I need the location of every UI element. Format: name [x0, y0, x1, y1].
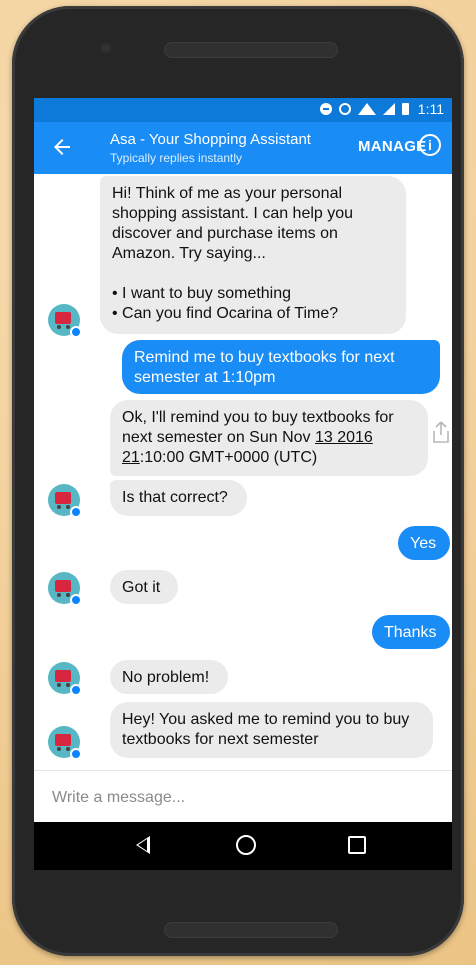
messenger-badge-icon	[70, 684, 82, 696]
message-input[interactable]	[50, 785, 434, 811]
message-line: discover and purchase items on	[112, 225, 338, 242]
bot-message: Hi! Think of me as your personal shoppin…	[100, 176, 406, 334]
message-line: Hi! Think of me as your personal	[112, 185, 343, 202]
battery-icon	[401, 103, 409, 115]
back-arrow-icon[interactable]	[50, 135, 74, 159]
conversation-subtitle: Typically replies instantly	[110, 151, 243, 165]
bot-avatar[interactable]	[48, 304, 82, 338]
bot-message: Hey! You asked me to remind you to buy t…	[110, 702, 433, 758]
message-line	[112, 264, 394, 284]
alarm-icon	[338, 103, 351, 115]
message-line: Amazon. Try saying...	[112, 245, 266, 262]
user-message: Remind me to buy textbooks for next seme…	[122, 340, 440, 394]
conversation-header[interactable]: Asa - Your Shopping Assistant Typically …	[110, 131, 311, 165]
cart-icon	[55, 670, 71, 682]
message-line: • Can you find Ocarina of Time?	[112, 305, 339, 322]
cart-icon	[55, 492, 71, 504]
message-line: textbooks for next semester	[122, 731, 319, 748]
screen: 1:11 Asa - Your Shopping Assistant Typic…	[34, 98, 452, 870]
time-link[interactable]: 21	[122, 449, 140, 466]
date-link[interactable]: 13 2016	[315, 429, 373, 446]
bot-avatar[interactable]	[48, 726, 82, 760]
status-time: 1:11	[417, 101, 444, 117]
message-line: shopping assistant. I can help you	[112, 205, 354, 222]
nav-back-icon[interactable]	[136, 836, 150, 854]
status-icons: 1:11	[319, 101, 444, 117]
message-line: next semester on Sun Nov 13 2016	[122, 429, 373, 446]
manage-button[interactable]: MANAGE	[358, 138, 426, 155]
cart-icon	[55, 580, 71, 592]
bottom-speaker	[164, 922, 338, 938]
message-line: Ok, I'll remind you to buy textbooks for	[122, 409, 394, 426]
user-message: Thanks	[372, 615, 450, 649]
message-line: Hey! You asked me to remind you to buy	[122, 711, 410, 728]
message-line: 21:10:00 GMT+0000 (UTC)	[122, 449, 318, 466]
bot-message: Is that correct?	[110, 480, 247, 516]
message-composer	[34, 770, 452, 823]
phone-frame: 1:11 Asa - Your Shopping Assistant Typic…	[12, 6, 464, 956]
messenger-badge-icon	[70, 506, 82, 518]
message-line: • I want to buy something	[112, 285, 292, 302]
bot-avatar[interactable]	[48, 484, 82, 518]
system-nav-bar	[34, 822, 452, 870]
messenger-badge-icon	[70, 594, 82, 606]
bot-message: Ok, I'll remind you to buy textbooks for…	[110, 400, 428, 476]
nav-recents-icon[interactable]	[348, 836, 366, 854]
bot-avatar[interactable]	[48, 572, 82, 606]
cart-icon	[55, 312, 71, 324]
nav-home-icon[interactable]	[236, 835, 256, 855]
bot-message: No problem!	[110, 660, 228, 694]
messenger-badge-icon	[70, 748, 82, 760]
bot-avatar[interactable]	[48, 662, 82, 696]
share-icon[interactable]	[430, 420, 452, 444]
bot-message: Got it	[110, 570, 178, 604]
cart-icon	[55, 734, 71, 746]
status-bar: 1:11	[34, 98, 452, 122]
conversation-title: Asa - Your Shopping Assistant	[110, 131, 311, 148]
info-icon[interactable]: i	[419, 134, 441, 156]
messenger-badge-icon	[70, 326, 82, 338]
message-line: semester at 1:10pm	[134, 369, 276, 386]
message-list[interactable]: Hi! Think of me as your personal shoppin…	[34, 174, 452, 770]
user-message: Yes	[398, 526, 450, 560]
wifi-icon	[357, 103, 376, 115]
camera-icon	[100, 42, 112, 54]
earpiece-speaker	[164, 42, 338, 58]
signal-icon	[382, 103, 395, 115]
app-bar: Asa - Your Shopping Assistant Typically …	[34, 122, 452, 174]
do-not-disturb-icon	[319, 103, 332, 115]
message-line: Remind me to buy textbooks for next	[134, 349, 395, 366]
